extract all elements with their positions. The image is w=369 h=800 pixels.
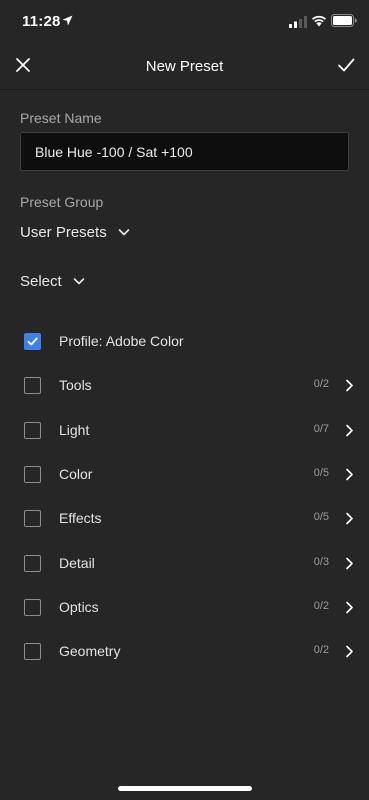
settings-row-profile[interactable]: Profile: Adobe Color [0, 321, 369, 361]
settings-row-geometry[interactable]: Geometry 0/2 [0, 631, 369, 671]
nav-divider [0, 89, 369, 90]
settings-row-count: 0/2 [313, 600, 329, 612]
geometry-checkbox[interactable] [24, 643, 41, 660]
color-checkbox[interactable] [24, 466, 41, 483]
settings-row-label: Tools [59, 377, 92, 393]
settings-row-effects[interactable]: Effects 0/5 [0, 498, 369, 538]
settings-row-count: 0/2 [313, 644, 329, 656]
preset-group-value: User Presets [20, 223, 107, 241]
preset-group-label: Preset Group [20, 194, 104, 210]
chevron-right-icon[interactable] [345, 424, 354, 437]
settings-row-label: Optics [59, 599, 99, 615]
location-arrow-icon [62, 15, 73, 26]
chevron-down-icon [73, 278, 85, 285]
chevron-right-icon[interactable] [345, 468, 354, 481]
light-checkbox[interactable] [24, 422, 41, 439]
profile-checkbox[interactable] [24, 333, 41, 350]
cellular-signal-icon [289, 16, 307, 28]
settings-row-label: Effects [59, 510, 102, 526]
settings-row-label: Color [59, 466, 93, 482]
settings-row-light[interactable]: Light 0/7 [0, 410, 369, 450]
settings-row-detail[interactable]: Detail 0/3 [0, 543, 369, 583]
home-indicator[interactable] [118, 786, 252, 791]
wifi-icon [312, 15, 326, 27]
status-time: 11:28 [22, 13, 61, 30]
settings-row-count: 0/5 [313, 467, 329, 479]
page-title: New Preset [145, 58, 224, 75]
optics-checkbox[interactable] [24, 599, 41, 616]
chevron-right-icon[interactable] [345, 379, 354, 392]
effects-checkbox[interactable] [24, 510, 41, 527]
detail-checkbox[interactable] [24, 555, 41, 572]
status-bar: 11:28 [0, 0, 369, 44]
settings-row-label: Geometry [59, 643, 121, 659]
settings-row-tools[interactable]: Tools 0/2 [0, 365, 369, 405]
tools-checkbox[interactable] [24, 377, 41, 394]
checkmark-icon[interactable] [335, 54, 357, 76]
chevron-right-icon[interactable] [345, 601, 354, 614]
select-label: Select [20, 272, 62, 290]
settings-row-count: 0/7 [313, 423, 329, 435]
preset-name-label: Preset Name [20, 110, 102, 126]
settings-row-color[interactable]: Color 0/5 [0, 454, 369, 494]
settings-row-count: 0/2 [313, 378, 329, 390]
battery-icon [331, 14, 357, 27]
settings-row-label: Profile: Adobe Color [59, 333, 184, 349]
chevron-right-icon[interactable] [345, 512, 354, 525]
checkmark-icon [27, 337, 38, 346]
nav-bar: New Preset [0, 44, 369, 88]
settings-row-label: Detail [59, 555, 95, 571]
settings-row-count: 0/5 [313, 511, 329, 523]
select-dropdown[interactable]: Select [20, 269, 86, 293]
settings-row-count: 0/3 [313, 556, 329, 568]
chevron-down-icon [118, 229, 130, 236]
chevron-right-icon[interactable] [345, 557, 354, 570]
preset-name-input[interactable] [20, 132, 349, 171]
chevron-right-icon[interactable] [345, 645, 354, 658]
preset-group-dropdown[interactable]: User Presets [20, 220, 131, 244]
settings-row-optics[interactable]: Optics 0/2 [0, 587, 369, 627]
settings-row-label: Light [59, 422, 90, 438]
